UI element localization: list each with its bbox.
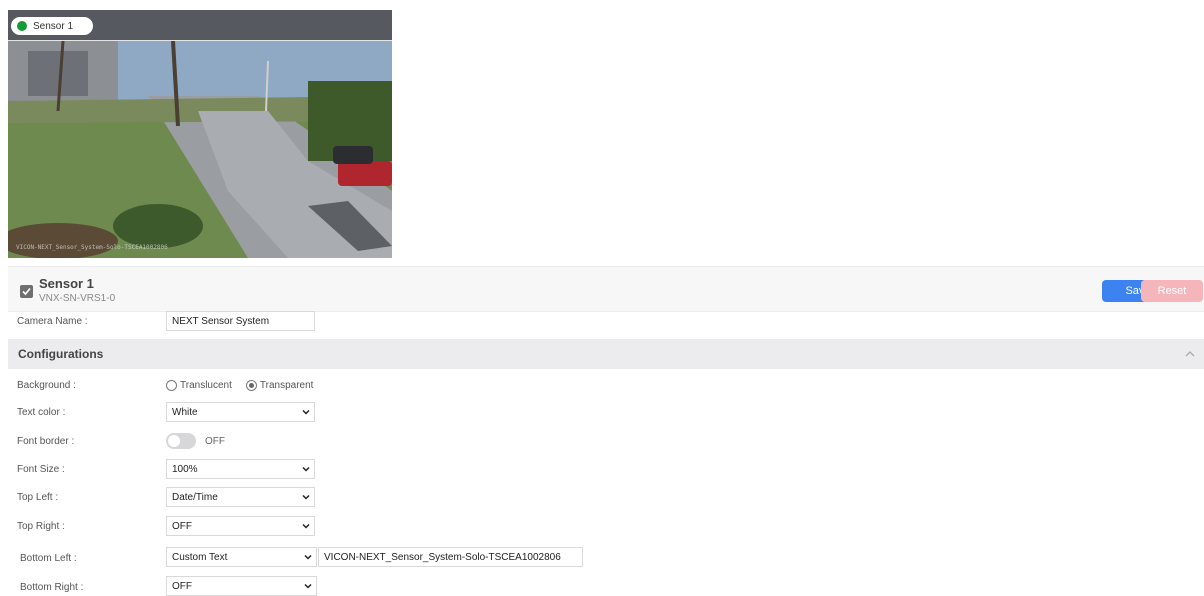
sensor-header-bar: Sensor 1 VNX-SN-VRS1-0 Save Reset [8,266,1204,312]
top-left-label: Top Left : [17,492,59,503]
bottom-left-select[interactable]: Custom Text [166,547,317,567]
overlay-text: VICON-NEXT_Sensor_System-Solo-TSCEA10028… [16,244,168,251]
chevron-up-icon[interactable] [1184,348,1196,360]
sensor-status-pill[interactable]: Sensor 1 [11,17,93,35]
chevron-down-icon [304,583,312,589]
background-radio-group: Translucent Transparent [166,380,327,391]
bottom-right-select[interactable]: OFF [166,576,317,596]
chevron-down-icon [302,409,310,415]
font-size-label: Font Size : [17,464,65,475]
chevron-down-icon [302,523,310,529]
translucent-radio[interactable] [166,380,177,391]
preview-header: Sensor 1 [8,10,392,41]
sensor-model: VNX-SN-VRS1-0 [39,293,116,304]
top-right-label: Top Right : [17,521,65,532]
font-size-value: 100% [172,463,198,475]
sensor-name: Sensor 1 [39,276,94,291]
text-color-label: Text color : [17,407,66,418]
bottom-left-label: Bottom Left : [20,553,77,564]
top-right-value: OFF [172,520,192,532]
translucent-label[interactable]: Translucent [180,380,232,391]
font-size-select[interactable]: 100% [166,459,315,479]
transparent-radio[interactable] [245,380,257,391]
chevron-down-icon [302,466,310,472]
status-online-icon [17,21,27,31]
sensor-pill-label: Sensor 1 [33,20,74,32]
text-color-select[interactable]: White [166,402,315,422]
chevron-down-icon [304,554,312,560]
reset-button[interactable]: Reset [1141,280,1203,302]
chevron-down-icon [302,494,310,500]
camera-preview: Sensor 1 VICON-NEXT_Sensor_System-Solo-T… [8,10,392,258]
configurations-section-header[interactable]: Configurations [8,339,1204,369]
text-color-value: White [172,406,198,418]
top-left-value: Date/Time [172,491,218,503]
camera-name-input[interactable]: NEXT Sensor System [166,311,315,331]
checkmark-icon [22,287,31,296]
bottom-left-custom-text-input[interactable]: VICON-NEXT_Sensor_System-Solo-TSCEA10028… [318,547,583,567]
font-border-label: Font border : [17,436,75,447]
bottom-left-value: Custom Text [172,551,228,563]
font-border-toggle[interactable] [166,433,196,449]
camera-live-image: VICON-NEXT_Sensor_System-Solo-TSCEA10028… [8,41,392,258]
bottom-right-label: Bottom Right : [20,582,84,593]
toggle-knob [168,435,180,447]
bottom-right-value: OFF [172,580,192,592]
top-right-select[interactable]: OFF [166,516,315,536]
transparent-label[interactable]: Transparent [260,380,314,391]
configurations-title: Configurations [18,347,104,361]
camera-name-label: Camera Name : [17,316,88,327]
background-label: Background : [17,380,76,391]
top-left-select[interactable]: Date/Time [166,487,315,507]
font-border-state: OFF [205,436,225,447]
sensor-checkbox[interactable] [20,285,33,298]
